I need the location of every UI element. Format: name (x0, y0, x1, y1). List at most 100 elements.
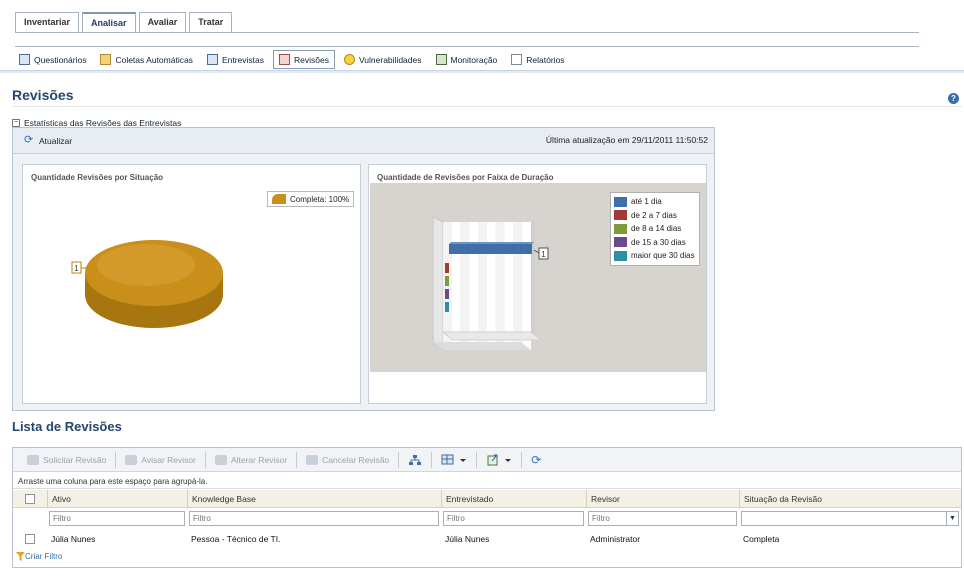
subtab-label: Relatórios (526, 54, 565, 65)
bar-chart-grid-stripe (513, 222, 523, 350)
subtab-monitoracao[interactable]: Monitoração (431, 50, 503, 69)
select-all-checkbox[interactable] (25, 494, 35, 504)
request-review-label: Solicitar Revisão (43, 454, 107, 465)
subtab-entrevistas[interactable]: Entrevistas (202, 50, 269, 69)
toolbar-separator (431, 451, 433, 468)
group-drop-zone[interactable]: Arraste uma coluna para este espaço para… (13, 473, 961, 489)
tab-avaliar[interactable]: Avaliar (138, 12, 187, 32)
subtab-coletas[interactable]: Coletas Automáticas (95, 50, 197, 69)
reports-icon (511, 54, 523, 65)
cell-entrevistado: Júlia Nunes (445, 534, 490, 544)
change-reviewer-button[interactable]: Alterar Revisor (209, 450, 293, 470)
bar-chart-wall-edge (531, 220, 535, 334)
subtab-vulnerabilidades[interactable]: Vulnerabilidades (339, 50, 427, 69)
tab-divider (15, 32, 919, 33)
cell-situacao: Completa (743, 534, 780, 544)
filter-entrevistado-input[interactable] (443, 511, 584, 526)
column-header-revisor[interactable]: Revisor (586, 490, 739, 508)
reviews-grid: Solicitar Revisão Avisar Revisor Alterar… (12, 447, 962, 568)
subtab-label: Questionários (34, 54, 87, 65)
columns-dropdown-icon[interactable] (441, 454, 467, 466)
table-row[interactable]: Júlia Nunes Pessoa - Técnico de TI. Júli… (13, 531, 961, 547)
notify-reviewer-label: Avisar Revisor (141, 454, 196, 465)
bar-legend-item: maior que 30 dias (614, 249, 696, 263)
column-headers: Ativo Knowledge Base Entrevistado Reviso… (13, 490, 961, 508)
refresh-label: Atualizar (39, 135, 73, 146)
chevron-down-icon[interactable]: ▼ (946, 512, 958, 525)
refresh-icon: ⟳ (24, 134, 34, 146)
stats-panel: ⟳ Atualizar Última atualização em 29/11/… (12, 127, 715, 411)
filter-row: ▼ (13, 509, 961, 529)
stats-toolbar: ⟳ Atualizar Última atualização em 29/11/… (13, 128, 714, 154)
bar-chart-grid-stripe (478, 222, 487, 350)
subtab-bar (0, 70, 964, 73)
cell-knowledge-base: Pessoa - Técnico de TI. (191, 534, 281, 544)
monitoring-icon (435, 54, 447, 65)
filter-ativo-input[interactable] (49, 511, 185, 526)
hierarchy-icon[interactable] (408, 454, 422, 466)
bar-chart-grid-stripe (487, 222, 496, 350)
cell-ativo: Júlia Nunes (51, 534, 96, 544)
column-header-entrevistado[interactable]: Entrevistado (441, 490, 586, 508)
column-header-ativo[interactable]: Ativo (47, 490, 187, 508)
grid-refresh-icon[interactable]: ⟳ (531, 454, 545, 466)
filter-cell (586, 509, 739, 529)
sub-tabs: Questionários Coletas Automáticas Entrev… (14, 50, 574, 69)
subtab-revisoes[interactable]: Revisões (272, 50, 335, 69)
bar-legend-swatch (614, 250, 627, 261)
subtab-questionarios[interactable]: Questionários (14, 50, 91, 69)
bar-4 (445, 289, 449, 299)
notify-reviewer-icon (125, 454, 138, 465)
create-filter-link[interactable]: Criar Filtro (16, 552, 62, 561)
tab-inventariar[interactable]: Inventariar (15, 12, 80, 32)
column-header-situacao[interactable]: Situação da Revisão (739, 490, 961, 508)
request-review-button[interactable]: Solicitar Revisão (21, 450, 112, 470)
filter-revisor-input[interactable] (588, 511, 737, 526)
bar-legend-swatch (614, 210, 627, 221)
questionnaire-icon (19, 54, 30, 65)
export-dropdown-icon[interactable] (486, 454, 512, 466)
bar-legend-item: de 15 a 30 dias (614, 236, 696, 250)
filter-cell (441, 509, 586, 529)
notify-reviewer-button[interactable]: Avisar Revisor (119, 450, 202, 470)
filter-situacao-select[interactable]: ▼ (741, 511, 959, 526)
pie-chart-box: Quantidade Revisões por Situação 1 Compl… (22, 164, 361, 404)
row-checkbox[interactable] (25, 534, 35, 544)
bar-1 (449, 244, 532, 254)
automatic-collection-icon (100, 54, 112, 65)
pie-slice-highlight (97, 244, 195, 286)
toolbar-separator (204, 451, 206, 468)
interview-icon (206, 54, 218, 65)
bar-legend-label: de 8 a 14 dias (631, 224, 682, 234)
bar-legend-swatch (614, 196, 627, 207)
tab-analisar[interactable]: Analisar (82, 12, 136, 32)
create-filter-label: Criar Filtro (25, 552, 63, 561)
collapse-icon[interactable]: − (12, 119, 20, 127)
title-divider (12, 106, 962, 107)
subtab-label: Revisões (293, 54, 329, 65)
bar-legend-label: de 15 a 30 dias (631, 237, 686, 247)
filter-kb-input[interactable] (189, 511, 439, 526)
help-icon[interactable]: ? (948, 93, 959, 104)
change-reviewer-label: Alterar Revisor (230, 454, 288, 465)
bar-chart-grid-stripe (451, 222, 461, 350)
bar-legend-swatch (614, 237, 627, 248)
filter-cell (187, 509, 441, 529)
request-review-icon (27, 454, 39, 465)
column-header-knowledge-base[interactable]: Knowledge Base (187, 490, 441, 508)
bar-chart-floor (433, 342, 531, 350)
bar-chart-box: Quantidade de Revisões por Faixa de Dura… (368, 164, 707, 404)
refresh-button[interactable]: ⟳ Atualizar (24, 135, 72, 146)
subtab-relatorios[interactable]: Relatórios (506, 50, 569, 69)
subtab-divider (15, 46, 919, 47)
bar-3 (445, 276, 449, 286)
bar-chart-grid-stripe (522, 222, 531, 350)
cancel-review-icon (306, 454, 319, 465)
vulnerability-icon (343, 54, 355, 65)
subtab-label: Entrevistas (221, 54, 264, 65)
subtab-label: Monitoração (450, 54, 498, 65)
tab-tratar[interactable]: Tratar (189, 12, 233, 32)
cancel-review-button[interactable]: Cancelar Revisão (300, 450, 395, 470)
page-title: Revisões (12, 87, 74, 103)
change-reviewer-icon (214, 454, 227, 465)
